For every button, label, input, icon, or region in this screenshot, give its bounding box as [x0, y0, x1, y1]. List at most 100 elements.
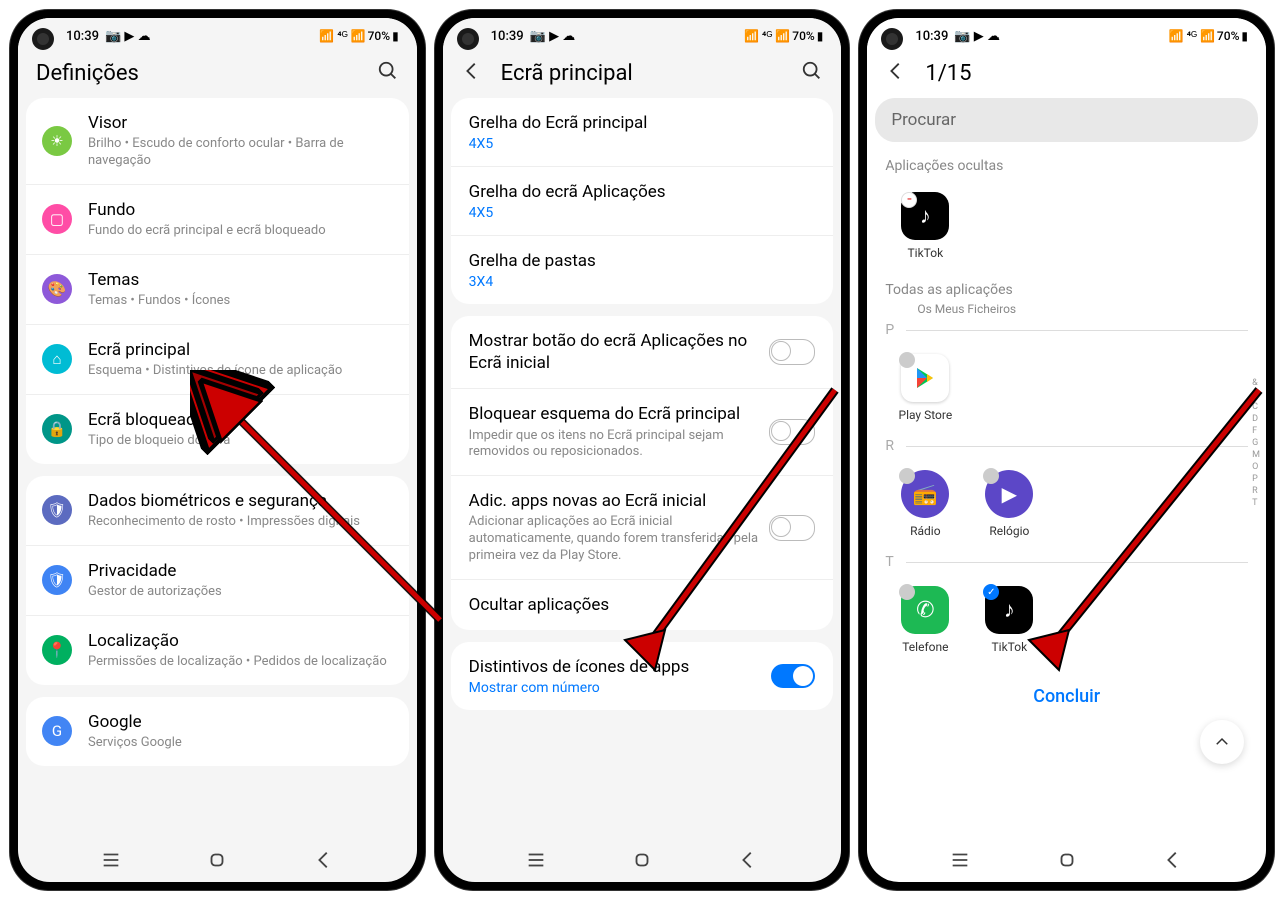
- divider-p: P: [867, 320, 1266, 340]
- status-signal-icon: 📶 ⁴ᴳ 📶: [1169, 29, 1215, 43]
- remove-badge[interactable]: −: [901, 192, 917, 208]
- google-icon: G: [42, 716, 72, 746]
- display-icon: ☀: [42, 126, 72, 156]
- grid-folders[interactable]: Grelha de pastas 3X4: [451, 236, 834, 304]
- home-icon: ⌂: [42, 344, 72, 374]
- phone-3: 10:39 📷 ▶ ☁ 📶 ⁴ᴳ 📶 70% ▮ 1/15 Procurar A…: [859, 10, 1274, 890]
- selection-counter: 1/15: [925, 61, 971, 86]
- toggle-switch[interactable]: [769, 515, 815, 541]
- grid-apps[interactable]: Grelha do ecrã Aplicações 4X5: [451, 167, 834, 236]
- status-icons-left: 📷 ▶ ☁: [530, 29, 576, 44]
- battery-icon: ▮: [817, 29, 824, 43]
- status-signal-icon: 📶 ⁴ᴳ 📶: [319, 29, 365, 43]
- header: Definições: [18, 50, 417, 98]
- status-battery: 70%: [792, 29, 814, 43]
- camera-notch: [457, 28, 479, 50]
- search-icon[interactable]: [801, 60, 823, 86]
- back-button[interactable]: [461, 60, 483, 86]
- settings-item-visor[interactable]: ☀ Visor Brilho • Escudo de conforto ocul…: [26, 98, 409, 185]
- status-signal-icon: 📶 ⁴ᴳ 📶: [744, 29, 790, 43]
- status-time: 10:39: [915, 29, 948, 44]
- nav-back[interactable]: [313, 849, 335, 871]
- app-play-store[interactable]: Play Store: [883, 348, 967, 428]
- nav-bar: [18, 838, 417, 882]
- nav-home[interactable]: [1056, 849, 1078, 871]
- back-button[interactable]: [885, 60, 907, 86]
- hidden-apps-label: Aplicações ocultas: [867, 150, 1266, 178]
- check-badge: [899, 584, 915, 600]
- play-store-icon: [901, 354, 949, 402]
- radio-icon: 📻: [901, 470, 949, 518]
- nav-recent[interactable]: [525, 849, 547, 871]
- phone-icon: ✆: [901, 586, 949, 634]
- nav-bar: [443, 838, 842, 882]
- battery-icon: ▮: [1241, 29, 1248, 43]
- header: 1/15: [867, 50, 1266, 98]
- search-icon[interactable]: [377, 60, 399, 86]
- page-title: Definições: [36, 61, 139, 86]
- grid-home[interactable]: Grelha do Ecrã principal 4X5: [451, 98, 834, 167]
- app-clock[interactable]: ▶ Relógio: [967, 464, 1051, 544]
- nav-home[interactable]: [206, 849, 228, 871]
- privacy-icon: 🛡: [42, 565, 72, 595]
- toggle-badges[interactable]: Distintivos de ícones de apps Mostrar co…: [451, 642, 834, 710]
- settings-item-lock[interactable]: 🔒 Ecrã bloqueado Tipo de bloqueio do ecr…: [26, 395, 409, 464]
- settings-item-home[interactable]: ⌂ Ecrã principal Esquema • Distintivos d…: [26, 325, 409, 395]
- app-tiktok-selected[interactable]: ♪ ✓ TikTok: [967, 580, 1051, 660]
- settings-item-privacy[interactable]: 🛡 Privacidade Gestor de autorizações: [26, 546, 409, 616]
- status-battery: 70%: [368, 29, 390, 43]
- check-badge-checked: ✓: [983, 584, 999, 600]
- nav-recent[interactable]: [100, 849, 122, 871]
- check-badge: [983, 468, 999, 484]
- location-icon: 📍: [42, 635, 72, 665]
- hide-apps-item[interactable]: Ocultar aplicações: [451, 580, 834, 630]
- settings-item-biometric[interactable]: 🛡 Dados biométricos e segurança Reconhec…: [26, 476, 409, 546]
- status-icons-left: 📷 ▶ ☁: [105, 29, 151, 44]
- status-bar: 10:39 📷 ▶ ☁ 📶 ⁴ᴳ 📶 70% ▮: [867, 18, 1266, 50]
- search-input[interactable]: Procurar: [875, 98, 1258, 142]
- camera-notch: [32, 28, 54, 50]
- nav-back[interactable]: [737, 849, 759, 871]
- shield-icon: 🛡: [42, 495, 72, 525]
- settings-item-fundo[interactable]: ▢ Fundo Fundo do ecrã principal e ecrã b…: [26, 185, 409, 255]
- scroll-top-button[interactable]: [1200, 720, 1244, 764]
- divider-r: R: [867, 436, 1266, 456]
- battery-icon: ▮: [392, 29, 399, 43]
- phone-1: 10:39 📷 ▶ ☁ 📶 ⁴ᴳ 📶 70% ▮ Definições ☀ Vi…: [10, 10, 425, 890]
- status-bar: 10:39 📷 ▶ ☁ 📶 ⁴ᴳ 📶 70% ▮: [18, 18, 417, 50]
- status-icons-left: 📷 ▶ ☁: [954, 29, 1000, 44]
- header: Ecrã principal: [443, 50, 842, 98]
- toggle-switch[interactable]: [769, 339, 815, 365]
- divider-t: T: [867, 552, 1266, 572]
- lock-icon: 🔒: [42, 414, 72, 444]
- clock-icon: ▶: [985, 470, 1033, 518]
- status-battery: 70%: [1217, 29, 1239, 43]
- tiktok-icon: ♪ ✓: [985, 586, 1033, 634]
- alpha-index[interactable]: &ACDFGMOPRT: [1252, 378, 1260, 508]
- settings-item-location[interactable]: 📍 Localização Permissões de localização …: [26, 616, 409, 685]
- nav-bar: [867, 838, 1266, 882]
- toggle-lock-layout[interactable]: Bloquear esquema do Ecrã principal Imped…: [451, 389, 834, 476]
- tiktok-icon: ♪ −: [901, 192, 949, 240]
- status-time: 10:39: [491, 29, 524, 44]
- settings-item-temas[interactable]: 🎨 Temas Temas • Fundos • Ícones: [26, 255, 409, 325]
- status-bar: 10:39 📷 ▶ ☁ 📶 ⁴ᴳ 📶 70% ▮: [443, 18, 842, 50]
- app-radio[interactable]: 📻 Rádio: [883, 464, 967, 544]
- done-button[interactable]: Concluir: [867, 668, 1266, 725]
- toggle-add-new[interactable]: Adic. apps novas ao Ecrã inicial Adicion…: [451, 476, 834, 580]
- status-time: 10:39: [66, 29, 99, 44]
- wallpaper-icon: ▢: [42, 204, 72, 234]
- toggle-switch[interactable]: [769, 419, 815, 445]
- app-phone[interactable]: ✆ Telefone: [883, 580, 967, 660]
- settings-item-google[interactable]: G Google Serviços Google: [26, 697, 409, 766]
- nav-recent[interactable]: [949, 849, 971, 871]
- toggle-switch[interactable]: [771, 664, 815, 688]
- all-apps-label: Todas as aplicações: [867, 274, 1266, 302]
- toggle-apps-button[interactable]: Mostrar botão do ecrã Aplicações no Ecrã…: [451, 316, 834, 389]
- hidden-app-tiktok[interactable]: ♪ − TikTok: [883, 186, 967, 266]
- nav-home[interactable]: [631, 849, 653, 871]
- nav-back[interactable]: [1162, 849, 1184, 871]
- themes-icon: 🎨: [42, 274, 72, 304]
- phone-2: 10:39 📷 ▶ ☁ 📶 ⁴ᴳ 📶 70% ▮ Ecrã principal: [435, 10, 850, 890]
- page-title: Ecrã principal: [501, 61, 633, 86]
